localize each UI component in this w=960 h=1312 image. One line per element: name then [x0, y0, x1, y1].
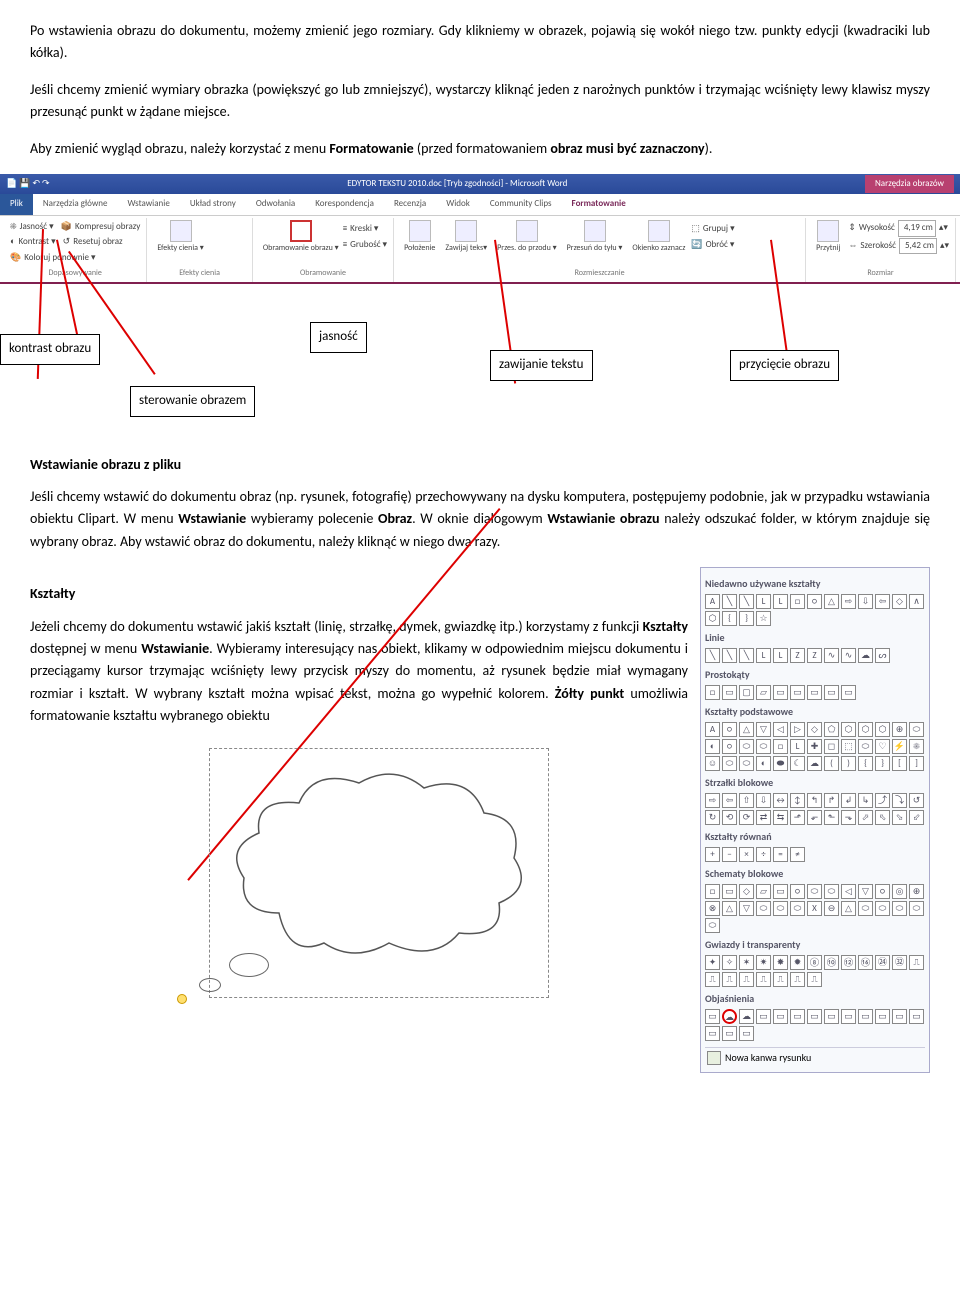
annot-steer: sterowanie obrazem [130, 386, 255, 417]
ribbon-screenshot: 📄 💾 ↶ ↷ EDYTOR TEKSTU 2010.doc [Tryb zgo… [0, 174, 960, 284]
tab-mail[interactable]: Korespondencja [305, 194, 384, 214]
yellow-point-icon [177, 994, 187, 1004]
stars-row[interactable]: ✦✧✶✷✸✹⑧⑩⑫⑯㉔㉜ ⎍⎍⎍⎍⎍⎍⎍⎍ [705, 955, 925, 987]
qat-icon: 📄 💾 ↶ ↷ [6, 177, 50, 191]
group-shadow: Efekty cienia ▾ Efekty cienia [147, 218, 252, 282]
annot-wrap: zawijanie tekstu [490, 350, 593, 381]
height-field[interactable]: ⇕ Wysokość 4,19 cm ▴▾ [848, 220, 949, 236]
send-back-button[interactable]: Przesuń do tyłu ▾ [563, 220, 627, 255]
tab-references[interactable]: Odwołania [246, 194, 305, 214]
annot-crop: przycięcie obrazu [730, 350, 839, 381]
rotate-button[interactable]: 🔄 Obróć ▾ [691, 238, 734, 252]
section-shapes: Kształty Jeżeli chcemy do dokumentu wsta… [30, 567, 930, 1073]
tab-layout[interactable]: Układ strony [180, 194, 246, 214]
group-button[interactable]: ⬚ Grupuj ▾ [691, 222, 734, 236]
new-canvas-icon [707, 1051, 721, 1065]
callouts-row[interactable]: ▭☁☁▭▭▭▭▭▭ ▭▭▭▭▭▭▭ [705, 1009, 925, 1041]
contrast-button[interactable]: ◐ Kontrast ▾ ↺ Resetuj obraz [10, 235, 140, 249]
tab-review[interactable]: Recenzja [384, 194, 436, 214]
group-adjust: ☀ Jasność ▾ 📦 Kompresuj obrazy ◐ Kontras… [4, 218, 147, 282]
eq-row[interactable]: +−×÷=≠ [705, 847, 925, 862]
rects-row[interactable]: □▭▢▱▭▭▭▭▭ [705, 685, 925, 700]
ribbon-tabs: Plik Narzędzia główne Wstawianie Układ s… [0, 194, 960, 215]
tab-view[interactable]: Widok [436, 194, 480, 214]
width-field[interactable]: ⇔ Szerokość 5,42 cm ▴▾ [848, 238, 949, 254]
selected-callout-icon: ☁ [722, 1009, 737, 1024]
brightness-button[interactable]: ☀ Jasność ▾ 📦 Kompresuj obrazy [10, 220, 140, 234]
shapes-panel: Niedawno używane kształty A╲╲LL□○△⇨⇩⇦ ◇∧… [700, 567, 930, 1073]
bring-forward-button[interactable]: Przes. do przodu ▾ [493, 220, 561, 255]
weight-button[interactable]: ≡ Grubość ▾ [343, 238, 387, 252]
basic-row[interactable]: A○△▽◁▷◇⬠⬡⬡⬡ ⊕⬭◐○⬭⬭□L✚◻⬚ ⬭♡⚡☀☺⬭⬭◐⬬☾☁ (){}… [705, 722, 925, 771]
tab-community[interactable]: Community Clips [480, 194, 562, 214]
dashes-button[interactable]: ≡ Kreski ▾ [343, 222, 387, 236]
new-canvas-button[interactable]: Nowa kanwa rysunku [705, 1047, 925, 1068]
section-insert-image: Wstawianie obrazu z pliku Jeśli chcemy w… [30, 454, 930, 554]
tab-file[interactable]: Plik [0, 194, 33, 214]
lines-row[interactable]: ╲╲╲LLZZ∿∿☁ᔕ [705, 648, 925, 663]
annot-contrast: kontrast obrazu [0, 334, 100, 365]
cloud-drawing [169, 748, 549, 1008]
group-border: Obramowanie obrazu ▾ ≡ Kreski ▾ ≡ Gruboś… [253, 218, 394, 282]
picture-border-button[interactable]: Obramowanie obrazu ▾ [259, 220, 343, 255]
context-tab-label: Narzędzia obrazów [865, 175, 954, 193]
intro-text: Po wstawienia obrazu do dokumentu, możem… [30, 20, 930, 160]
window-title: EDYTOR TEKSTU 2010.doc [Tryb zgodności] … [50, 177, 865, 191]
wrap-text-button[interactable]: Zawijaj teks▾ [441, 220, 491, 255]
position-button[interactable]: Położenie [400, 220, 439, 255]
shadow-effects-button[interactable]: Efekty cienia ▾ [153, 220, 207, 255]
tab-home[interactable]: Narzędzia główne [33, 194, 118, 214]
tab-insert[interactable]: Wstawianie [117, 194, 179, 214]
selection-pane-button[interactable]: Okienko zaznacz [628, 220, 689, 255]
group-arrange: Położenie Zawijaj teks▾ Przes. do przodu… [394, 218, 806, 282]
tab-format[interactable]: Formatowanie [562, 194, 636, 214]
annot-brightness: jasność [310, 322, 367, 353]
group-size: Przytnij ⇕ Wysokość 4,19 cm ▴▾ ⇔ Szeroko… [806, 218, 956, 282]
crop-button[interactable]: Przytnij [812, 220, 844, 255]
annotation-area: kontrast obrazu jasność zawijanie tekstu… [30, 314, 930, 434]
arrows-row[interactable]: ⇨⇦⇧⇩↔↕↰↱↲↳⤴ ⤵↺↻⟲⟳⇄⇆⬏⬐⬑⬎ ⬀⬁⬂⬃ [705, 793, 925, 825]
flow-row[interactable]: □▭◇▱▭○⬭⬭◁▽○ ◎⊕⊗△▽⬭⬭⬭X⊖△ ⬭⬭⬭⬭⬭ [705, 884, 925, 933]
recent-shapes-row[interactable]: A╲╲LL□○△⇨⇩⇦ ◇∧⬡{}☆ [705, 594, 925, 626]
